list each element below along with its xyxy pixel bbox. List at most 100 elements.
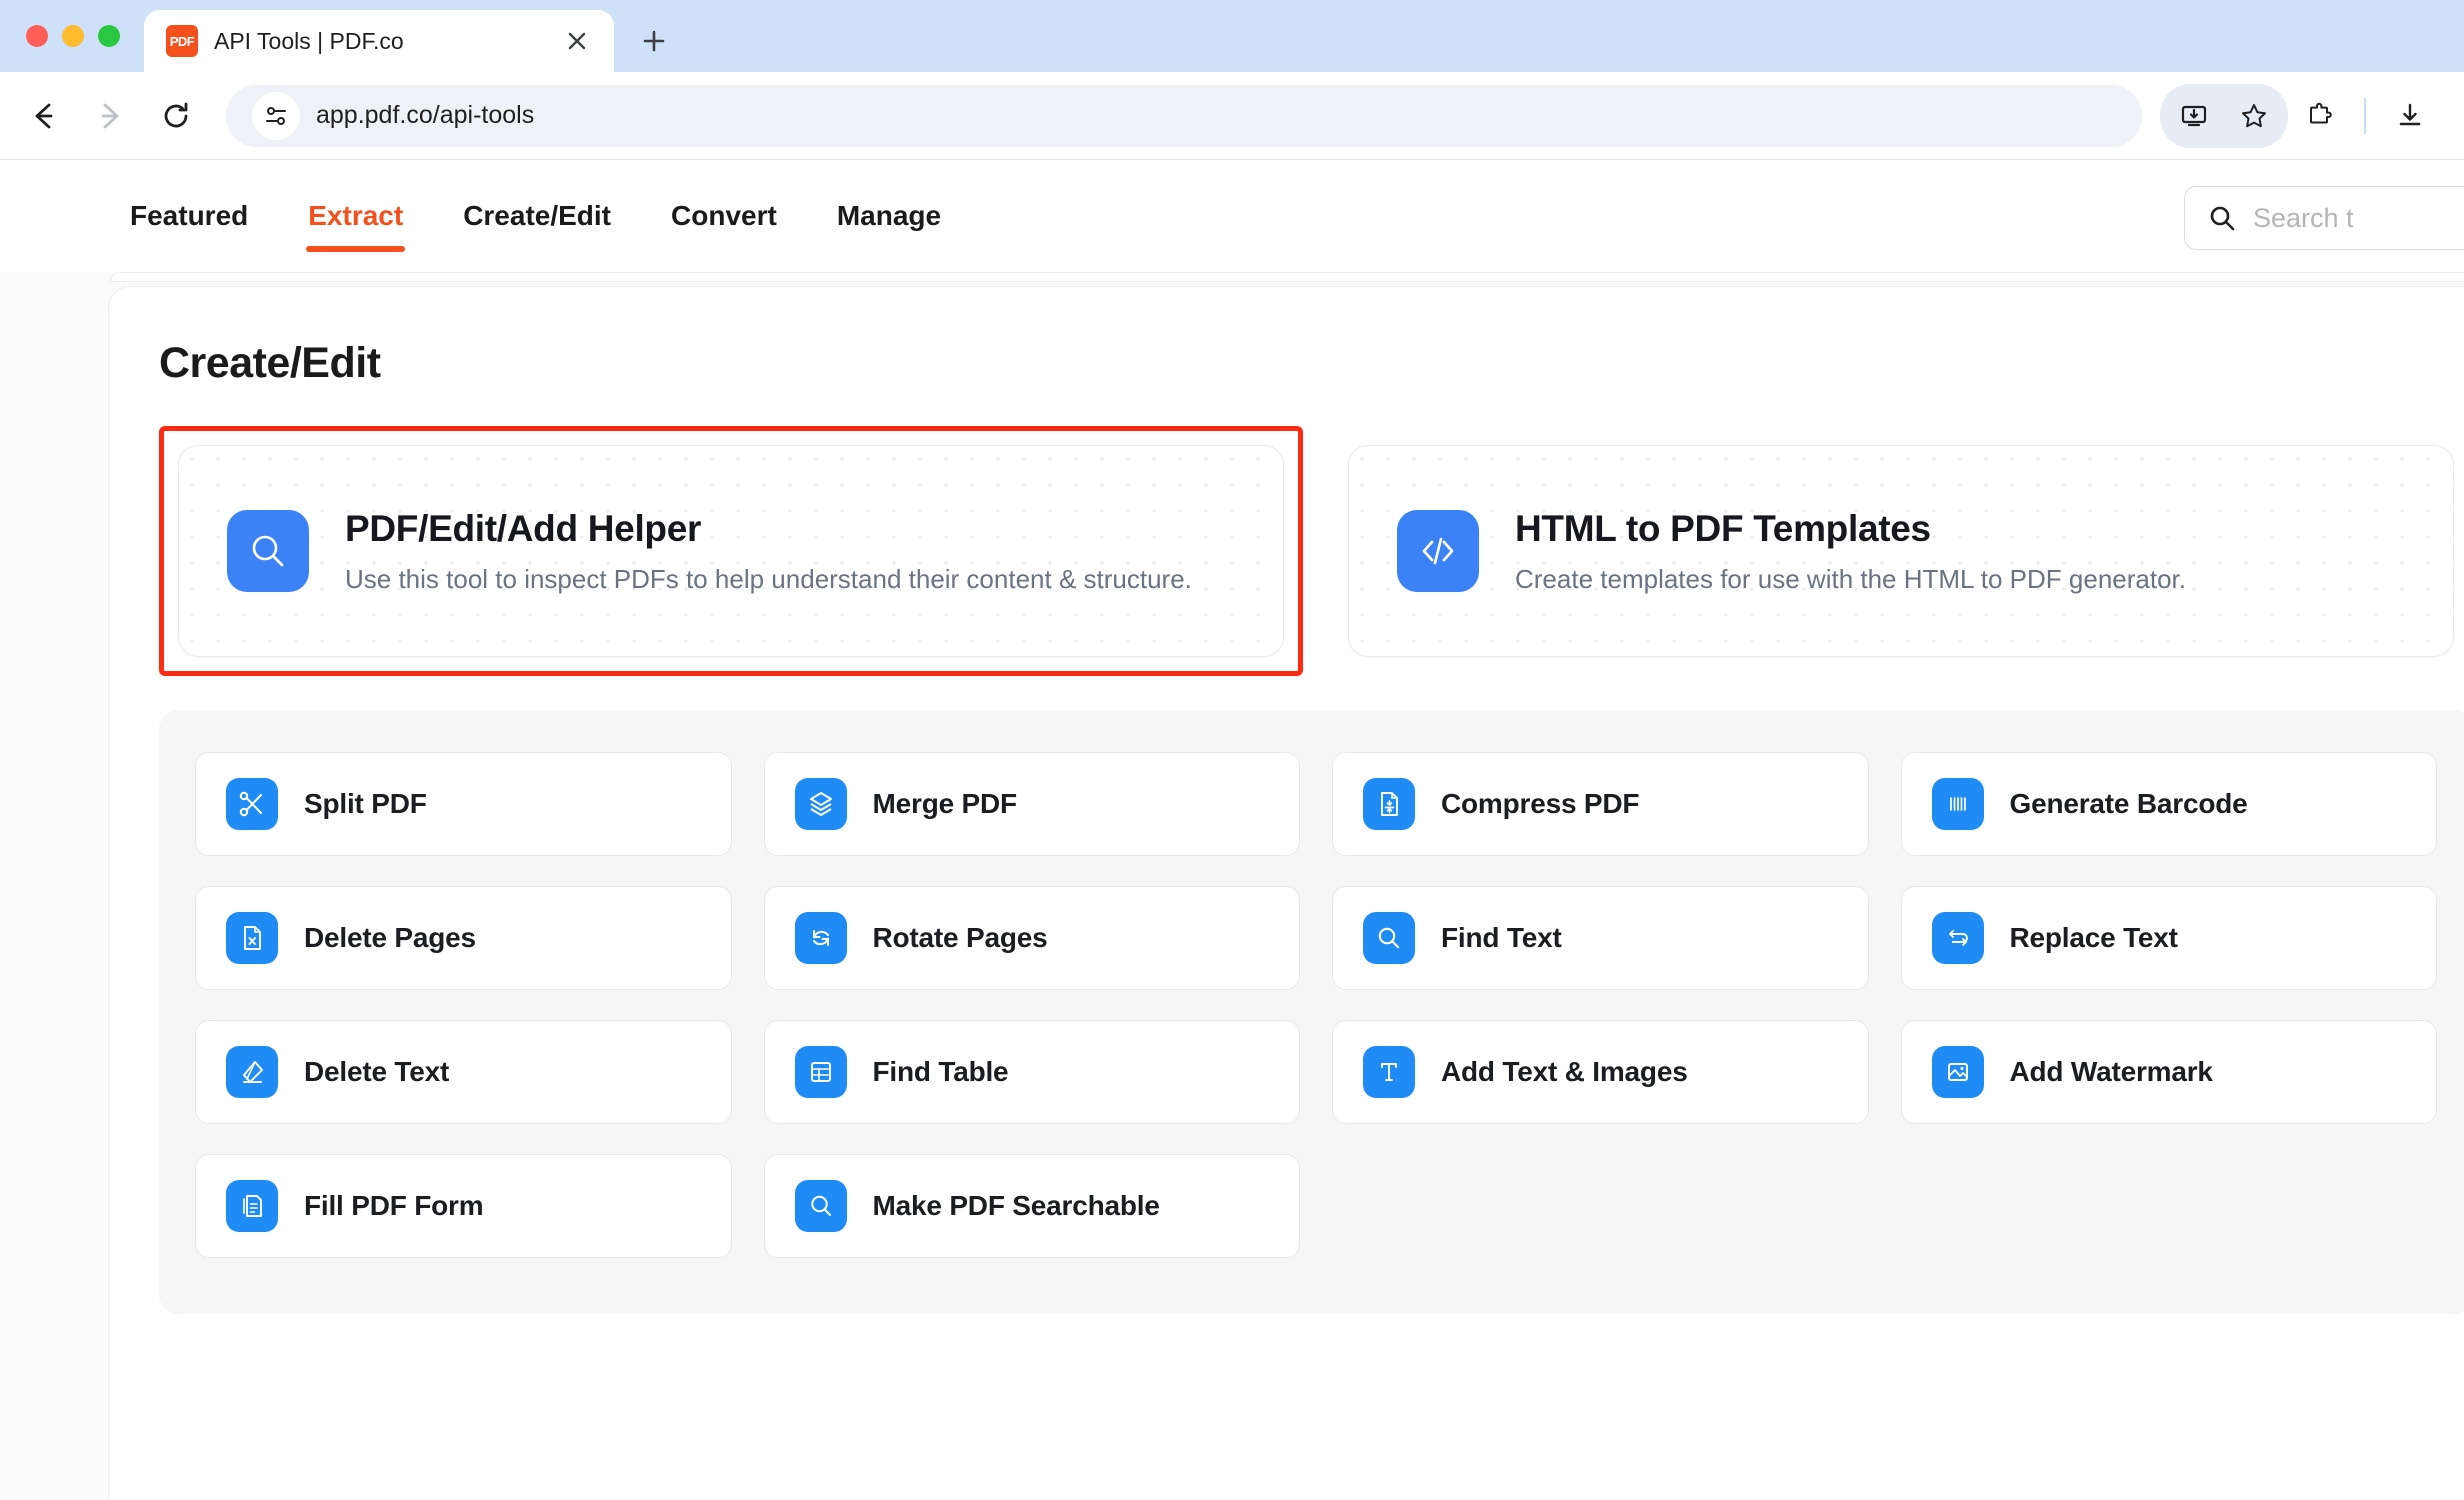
- tool-find-text[interactable]: Find Text: [1332, 886, 1869, 990]
- omnibox-action-group: [2160, 84, 2288, 148]
- minimize-window-button[interactable]: [62, 25, 84, 47]
- barcode-icon: [1932, 778, 1984, 830]
- address-bar[interactable]: app.pdf.co/api-tools: [226, 85, 2142, 147]
- compress-document-icon: [1363, 778, 1415, 830]
- image-icon: [1932, 1046, 1984, 1098]
- swap-icon: [1932, 912, 1984, 964]
- tab-featured-label: Featured: [130, 200, 248, 232]
- tool-fill-pdf-form[interactable]: Fill PDF Form: [195, 1154, 732, 1258]
- new-tab-button[interactable]: [630, 17, 678, 65]
- tab-title: API Tools | PDF.co: [214, 28, 544, 55]
- tool-label: Add Watermark: [2010, 1056, 2213, 1088]
- back-arrow-icon[interactable]: [14, 86, 74, 146]
- browser-window: PDF API Tools | PDF.co: [0, 0, 2464, 1500]
- tool-label: Merge PDF: [873, 788, 1017, 820]
- extensions-puzzle-icon[interactable]: [2292, 88, 2348, 144]
- magnifier-icon: [795, 1180, 847, 1232]
- page-title: Create/Edit: [159, 339, 2464, 388]
- feature-slot-templates: HTML to PDF Templates Create templates f…: [1329, 426, 2464, 676]
- tool-rotate-pages[interactable]: Rotate Pages: [764, 886, 1301, 990]
- tool-make-pdf-searchable[interactable]: Make PDF Searchable: [764, 1154, 1301, 1258]
- tool-label: Rotate Pages: [873, 922, 1048, 954]
- tool-replace-text[interactable]: Replace Text: [1901, 886, 2438, 990]
- tool-generate-barcode[interactable]: Generate Barcode: [1901, 752, 2438, 856]
- highlight-annotation: PDF/Edit/Add Helper Use this tool to ins…: [159, 426, 1303, 676]
- rotate-icon: [795, 912, 847, 964]
- content-area: Create/Edit: [0, 272, 2464, 1500]
- search-icon: [1363, 912, 1415, 964]
- tool-label: Find Text: [1441, 922, 1562, 954]
- bookmark-star-icon[interactable]: [2226, 88, 2282, 144]
- feature-card-pdf-edit-add-helper[interactable]: PDF/Edit/Add Helper Use this tool to ins…: [178, 445, 1284, 657]
- tool-label: Replace Text: [2010, 922, 2178, 954]
- install-app-icon[interactable]: [2166, 88, 2222, 144]
- search-icon: [2207, 203, 2237, 233]
- feature-card-text: HTML to PDF Templates Create templates f…: [1515, 508, 2186, 595]
- tool-split-pdf[interactable]: Split PDF: [195, 752, 732, 856]
- reload-icon[interactable]: [146, 86, 206, 146]
- tool-label: Delete Text: [304, 1056, 449, 1088]
- tool-label: Delete Pages: [304, 922, 476, 954]
- tool-grid: Split PDF Merge PDF: [195, 752, 2437, 1258]
- close-window-button[interactable]: [26, 25, 48, 47]
- tab-create-edit[interactable]: Create/Edit: [433, 160, 641, 272]
- tab-manage-label: Manage: [837, 200, 941, 232]
- tool-grid-spacer: [1901, 1154, 2438, 1258]
- table-icon: [795, 1046, 847, 1098]
- form-document-icon: [226, 1180, 278, 1232]
- browser-toolbar: app.pdf.co/api-tools: [0, 72, 2464, 160]
- tool-label: Add Text & Images: [1441, 1056, 1688, 1088]
- document-x-icon: [226, 912, 278, 964]
- feature-title: PDF/Edit/Add Helper: [345, 508, 1192, 550]
- feature-card-row: PDF/Edit/Add Helper Use this tool to ins…: [159, 426, 2464, 676]
- tab-convert[interactable]: Convert: [641, 160, 807, 272]
- feature-description: Use this tool to inspect PDFs to help un…: [345, 564, 1192, 595]
- magnifier-icon: [227, 510, 309, 592]
- tool-grid-spacer: [1332, 1154, 1869, 1258]
- tab-featured[interactable]: Featured: [130, 160, 278, 272]
- tab-strip: PDF API Tools | PDF.co: [0, 0, 2464, 72]
- text-t-icon: [1363, 1046, 1415, 1098]
- tool-delete-text[interactable]: Delete Text: [195, 1020, 732, 1124]
- search-tools-input[interactable]: Search t: [2184, 186, 2464, 250]
- category-nav: Featured Extract Create/Edit Convert Man…: [0, 160, 2464, 272]
- feature-card-text: PDF/Edit/Add Helper Use this tool to ins…: [345, 508, 1192, 595]
- tab-convert-label: Convert: [671, 200, 777, 232]
- window-controls: [18, 0, 130, 72]
- scissors-icon: [226, 778, 278, 830]
- tool-delete-pages[interactable]: Delete Pages: [195, 886, 732, 990]
- tool-label: Find Table: [873, 1056, 1009, 1088]
- tools-panel: Create/Edit: [108, 286, 2464, 1500]
- tool-grid-container: Split PDF Merge PDF: [159, 710, 2464, 1314]
- feature-description: Create templates for use with the HTML t…: [1515, 564, 2186, 595]
- eraser-icon: [226, 1046, 278, 1098]
- url-text: app.pdf.co/api-tools: [316, 101, 534, 130]
- panel-peek-edge: [110, 272, 2464, 282]
- tool-label: Fill PDF Form: [304, 1190, 483, 1222]
- feature-title: HTML to PDF Templates: [1515, 508, 2186, 550]
- toolbar-right-icons: [2160, 84, 2438, 148]
- code-brackets-icon: [1397, 510, 1479, 592]
- browser-tab[interactable]: PDF API Tools | PDF.co: [144, 10, 614, 72]
- close-tab-icon[interactable]: [560, 24, 594, 58]
- tool-compress-pdf[interactable]: Compress PDF: [1332, 752, 1869, 856]
- tool-find-table[interactable]: Find Table: [764, 1020, 1301, 1124]
- layers-icon: [795, 778, 847, 830]
- tool-merge-pdf[interactable]: Merge PDF: [764, 752, 1301, 856]
- tab-manage[interactable]: Manage: [807, 160, 971, 272]
- forward-arrow-icon[interactable]: [80, 86, 140, 146]
- tool-add-text-and-images[interactable]: Add Text & Images: [1332, 1020, 1869, 1124]
- tab-create-edit-label: Create/Edit: [463, 200, 611, 232]
- site-settings-tune-icon[interactable]: [252, 92, 300, 140]
- downloads-icon[interactable]: [2382, 88, 2438, 144]
- web-page: Featured Extract Create/Edit Convert Man…: [0, 160, 2464, 1500]
- tab-extract[interactable]: Extract: [278, 160, 433, 272]
- tab-extract-label: Extract: [308, 200, 403, 232]
- tool-add-watermark[interactable]: Add Watermark: [1901, 1020, 2438, 1124]
- feature-slot-helper: PDF/Edit/Add Helper Use this tool to ins…: [159, 426, 1303, 676]
- search-placeholder: Search t: [2253, 203, 2354, 234]
- tool-label: Make PDF Searchable: [873, 1190, 1160, 1222]
- toolbar-divider: [2364, 98, 2366, 134]
- maximize-window-button[interactable]: [98, 25, 120, 47]
- feature-card-html-to-pdf-templates[interactable]: HTML to PDF Templates Create templates f…: [1348, 445, 2454, 657]
